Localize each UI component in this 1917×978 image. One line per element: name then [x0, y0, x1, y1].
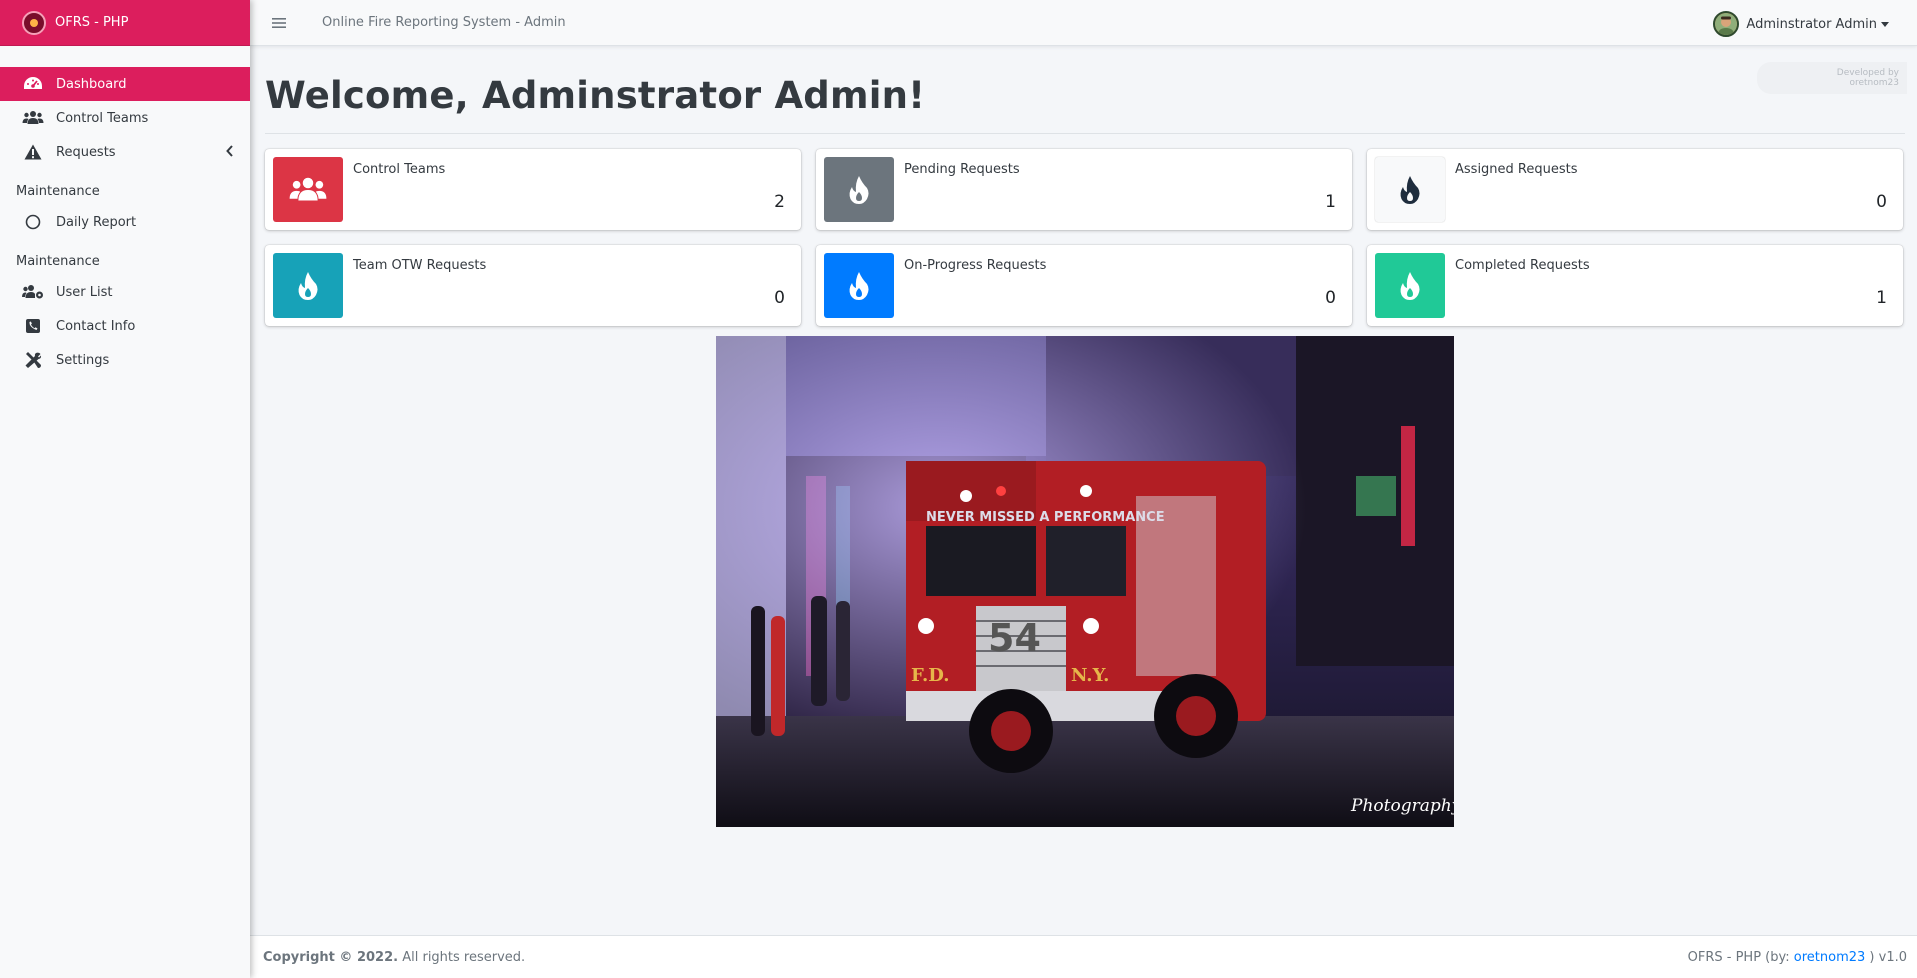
sidebar-item-label: Daily Report	[56, 214, 137, 230]
users-cog-icon	[22, 284, 44, 300]
divider	[265, 133, 1905, 134]
brand-name: OFRS - PHP	[55, 15, 129, 30]
stat-box-on-progress-requests[interactable]: On-Progress Requests 0	[816, 245, 1352, 326]
stat-box-completed-requests[interactable]: Completed Requests 1	[1367, 245, 1903, 326]
phone-icon	[22, 318, 44, 334]
sidebar-item-control-teams[interactable]: Control Teams	[0, 101, 250, 135]
topbar: Online Fire Reporting System - Admin Adm…	[250, 0, 1917, 46]
warning-icon	[22, 144, 44, 160]
sidebar-item-user-list[interactable]: User List	[0, 275, 250, 309]
sidebar: OFRS - PHP Dashboard Control Teams Reque…	[0, 0, 250, 978]
stat-value: 0	[1325, 288, 1336, 308]
fire-truck-image: NEVER MISSED A PERFORMANCE 54 F.D. N.Y. …	[716, 336, 1454, 827]
sidebar-item-dashboard[interactable]: Dashboard	[0, 67, 250, 101]
avatar	[1713, 11, 1740, 37]
stat-label: On-Progress Requests	[904, 258, 1047, 273]
rights-text: All rights reserved.	[402, 949, 526, 965]
user-name: Adminstrator Admin	[1746, 16, 1877, 32]
footer-credit: OFRS - PHP (by: oretnom23 ) v1.0	[1688, 950, 1907, 965]
sidebar-item-label: User List	[56, 284, 113, 300]
sidebar-item-label: Dashboard	[56, 76, 127, 92]
fire-icon	[1375, 253, 1445, 318]
stat-value: 1	[1325, 192, 1336, 212]
users-icon	[273, 157, 343, 222]
brand-logo	[22, 10, 46, 35]
dashboard-icon	[22, 76, 44, 92]
stat-label: Pending Requests	[904, 162, 1020, 177]
photo-watermark: Photography	[1350, 796, 1454, 816]
stat-label: Completed Requests	[1455, 258, 1590, 273]
sidebar-item-requests[interactable]: Requests	[0, 135, 250, 169]
credit-suffix: ) v1.0	[1869, 949, 1907, 965]
chevron-left-icon	[226, 145, 234, 161]
author-link[interactable]: oretnom23	[1794, 950, 1866, 965]
stat-box-pending-requests[interactable]: Pending Requests 1	[816, 149, 1352, 230]
page-title: Welcome, Adminstrator Admin!	[265, 74, 926, 117]
fire-icon	[1375, 157, 1445, 222]
stat-label: Control Teams	[353, 162, 446, 177]
footer: Copyright © 2022. All rights reserved. O…	[250, 935, 1917, 978]
stat-box-assigned-requests[interactable]: Assigned Requests 0	[1367, 149, 1903, 230]
truck-slogan: NEVER MISSED A PERFORMANCE	[926, 510, 1165, 525]
stat-box-team-otw-requests[interactable]: Team OTW Requests 0	[265, 245, 801, 326]
brand[interactable]: OFRS - PHP	[0, 0, 250, 46]
sidebar-item-settings[interactable]: Settings	[0, 343, 250, 377]
sidebar-item-label: Settings	[56, 352, 110, 368]
main-content: Welcome, Adminstrator Admin! Control Tea…	[265, 46, 1905, 326]
tools-icon	[22, 352, 44, 368]
stats-grid: Control Teams 2 Pending Requests 1 Assig…	[265, 149, 1905, 326]
stat-value: 1	[1876, 288, 1887, 308]
topbar-title[interactable]: Online Fire Reporting System - Admin	[322, 15, 566, 30]
truck-unit-number: 54	[988, 616, 1041, 660]
sidebar-item-label: Contact Info	[56, 318, 136, 334]
sidebar-item-daily-report[interactable]: Daily Report	[0, 205, 250, 239]
sidebar-section-header: Maintenance	[16, 254, 100, 269]
users-icon	[22, 110, 44, 126]
caret-down-icon	[1881, 21, 1889, 27]
truck-badge-right: N.Y.	[1071, 665, 1109, 686]
menu-toggle-icon[interactable]	[256, 0, 302, 46]
circle-icon	[22, 214, 44, 230]
sidebar-item-label: Control Teams	[56, 110, 149, 126]
fire-icon	[273, 253, 343, 318]
sidebar-item-label: Requests	[56, 144, 116, 160]
copyright-text: Copyright © 2022.	[263, 949, 399, 965]
stat-value: 0	[774, 288, 785, 308]
stat-value: 0	[1876, 192, 1887, 212]
credit-prefix: OFRS - PHP (by:	[1687, 949, 1790, 965]
sidebar-nav: Dashboard Control Teams Requests Mainten…	[0, 46, 250, 377]
stat-box-control-teams[interactable]: Control Teams 2	[265, 149, 801, 230]
fire-icon	[824, 157, 894, 222]
truck-badge-left: F.D.	[911, 665, 949, 686]
fire-icon	[824, 253, 894, 318]
hero-image-carousel[interactable]: NEVER MISSED A PERFORMANCE 54 F.D. N.Y. …	[716, 336, 1454, 827]
stat-label: Assigned Requests	[1455, 162, 1578, 177]
user-menu[interactable]: Adminstrator Admin	[1713, 11, 1889, 37]
sidebar-item-contact-info[interactable]: Contact Info	[0, 309, 250, 343]
stat-value: 2	[774, 192, 785, 212]
footer-copyright: Copyright © 2022. All rights reserved.	[263, 950, 525, 965]
sidebar-section-header: Maintenance	[16, 184, 100, 199]
stat-label: Team OTW Requests	[353, 258, 487, 273]
